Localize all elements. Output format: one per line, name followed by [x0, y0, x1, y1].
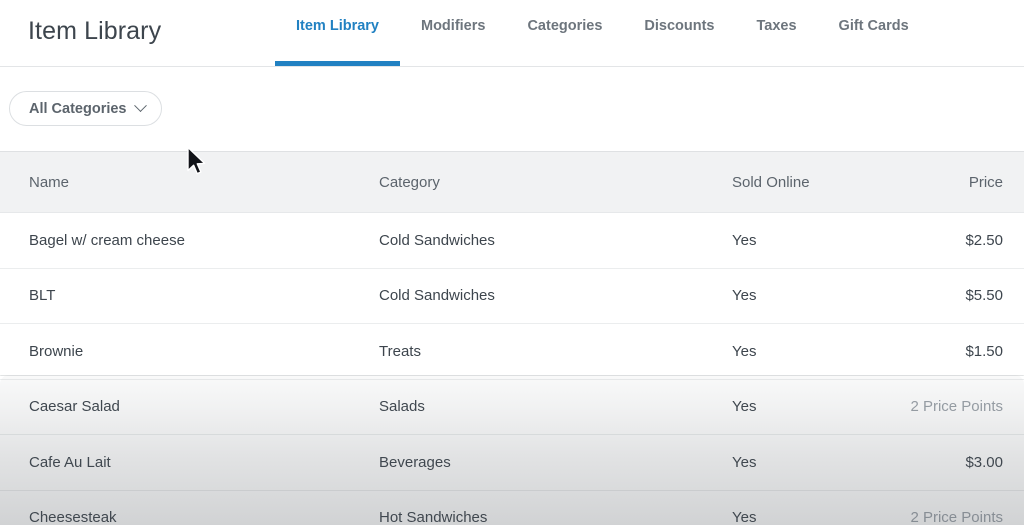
table-row[interactable]: BLT Cold Sandwiches Yes $5.50	[0, 268, 1024, 324]
item-category: Salads	[379, 398, 425, 416]
page-title: Item Library	[28, 17, 162, 45]
item-sold-online: Yes	[732, 287, 757, 305]
table-row[interactable]: Bagel w/ cream cheese Cold Sandwiches Yes $…	[0, 213, 1024, 269]
item-sold-online: Yes	[732, 453, 757, 471]
item-name: Brownie	[29, 342, 84, 360]
table-row[interactable]: Cafe Au Lait Beverages Yes $3.00	[0, 435, 1024, 491]
toolbar: All Categories Import / Export Create It…	[0, 67, 1024, 192]
column-header-sold-online[interactable]: Sold Online	[732, 174, 810, 191]
table-header-row: Name Category Sold Online Price	[0, 152, 1024, 213]
table-row[interactable]: Brownie Treats Yes $1.50	[0, 324, 1024, 380]
item-library-page: Item Library Item Library Modifiers Catego…	[0, 0, 1024, 525]
item-name: Caesar Salad	[29, 398, 120, 416]
item-name: BLT	[29, 287, 56, 305]
table-body: Bagel w/ cream cheese Cold Sandwiches Yes $…	[0, 213, 1024, 525]
item-category: Hot Sandwiches	[379, 509, 488, 525]
item-name: Cheesesteak	[29, 509, 117, 525]
category-filter-dropdown[interactable]: All Categories	[9, 91, 162, 126]
tab-discounts[interactable]: Discounts	[623, 0, 735, 66]
item-price: 2 Price Points	[910, 398, 1003, 416]
item-sold-online: Yes	[732, 342, 757, 360]
item-name: Cafe Au Lait	[29, 453, 111, 471]
table-row[interactable]: Caesar Salad Salads Yes 2 Price Points	[0, 379, 1024, 435]
tab-modifiers[interactable]: Modifiers	[400, 0, 506, 66]
chevron-down-icon	[133, 99, 147, 113]
item-price: $5.50	[965, 287, 1003, 305]
column-header-category[interactable]: Category	[379, 174, 440, 191]
tab-label: Taxes	[756, 18, 797, 34]
column-header-price[interactable]: Price	[969, 174, 1003, 191]
category-filter-label: All Categories	[29, 100, 127, 117]
item-price: 2 Price Points	[910, 509, 1003, 525]
tab-label: Gift Cards	[838, 18, 909, 34]
item-category: Beverages	[379, 453, 451, 471]
items-table: Name Category Sold Online Price Bagel w/…	[0, 151, 1024, 525]
tab-gift-cards[interactable]: Gift Cards	[818, 0, 930, 66]
item-price: $2.50	[965, 231, 1003, 249]
tab-label: Categories	[527, 18, 603, 34]
tab-bar: Item Library Modifiers Categories Discounts…	[275, 0, 930, 66]
tab-item-library[interactable]: Item Library	[275, 0, 400, 66]
tab-label: Modifiers	[421, 18, 486, 34]
item-category: Cold Sandwiches	[379, 287, 495, 305]
item-sold-online: Yes	[732, 509, 757, 525]
tab-label: Discounts	[644, 18, 715, 34]
column-header-name[interactable]: Name	[29, 174, 69, 191]
item-price: $1.50	[965, 342, 1003, 360]
tab-categories[interactable]: Categories	[506, 0, 623, 66]
table-row[interactable]: Cheesesteak Hot Sandwiches Yes 2 Price Poin…	[0, 490, 1024, 525]
item-category: Cold Sandwiches	[379, 231, 495, 249]
item-name: Bagel w/ cream cheese	[29, 231, 185, 249]
item-category: Treats	[379, 342, 421, 360]
item-sold-online: Yes	[732, 231, 757, 249]
tab-label: Item Library	[296, 18, 379, 34]
item-sold-online: Yes	[732, 398, 757, 416]
tab-taxes[interactable]: Taxes	[736, 0, 818, 66]
page-header: Item Library Item Library Modifiers Catego…	[0, 0, 1024, 67]
item-price: $3.00	[965, 453, 1003, 471]
